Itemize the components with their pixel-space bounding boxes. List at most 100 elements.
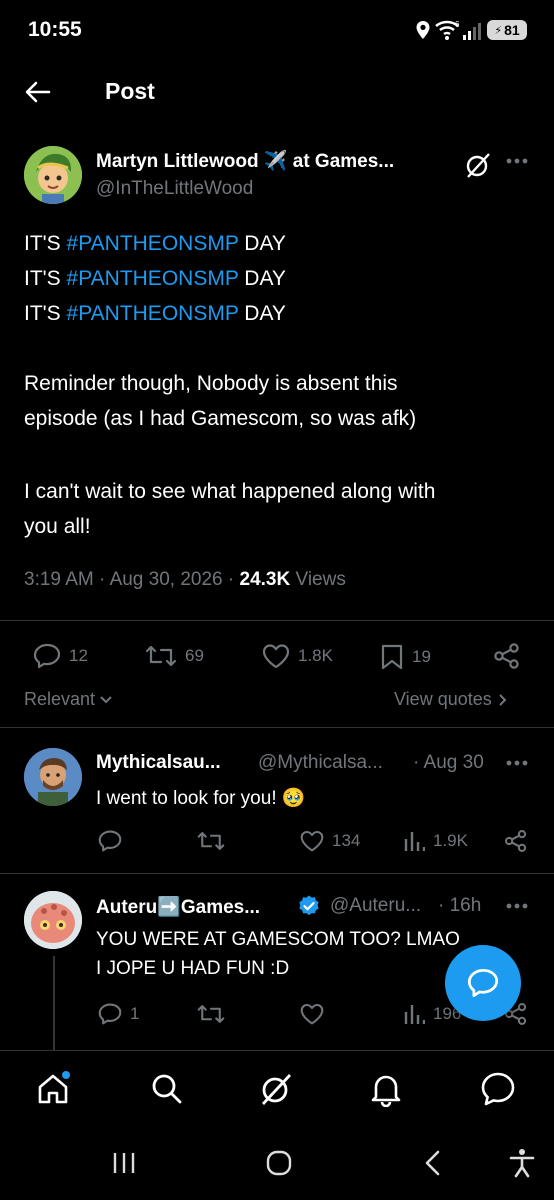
bookmark-button[interactable]: 19 [380,643,431,671]
signal-icon [463,23,481,40]
wifi-icon: 6 [435,20,460,40]
views-button[interactable]: 1.9K [403,829,468,853]
hashtag-link[interactable]: #PANTHEONSMP [67,232,239,255]
svg-text:6: 6 [455,20,460,29]
verified-badge-icon [299,895,319,916]
header: Post [0,60,554,126]
more-icon[interactable] [506,903,528,909]
nav-home[interactable] [35,1071,71,1107]
system-navigation-bar [0,1126,554,1200]
reply-author-name[interactable]: Mythicalsau... [96,752,221,774]
post-text-line: Reminder though, Nobody is absent this [24,372,398,395]
repost-icon [145,645,177,667]
post-text: DAY [238,267,286,290]
post-text-line: I can't wait to see what happened along … [24,480,436,503]
reply-icon [33,643,61,669]
view-quotes-label: View quotes [394,689,492,709]
location-icon [416,21,430,39]
post-time: 3:19 AM [24,569,94,590]
repost-icon[interactable] [197,829,225,853]
reply-author-handle[interactable]: @Mythicalsa... [258,752,383,774]
status-bar: 10:55 6 ⚡ 81 [0,0,554,60]
battery-indicator: ⚡ 81 [487,20,527,40]
sort-dropdown[interactable]: Relevant [24,689,113,710]
view-quotes-link[interactable]: View quotes [394,689,508,710]
share-icon[interactable] [504,829,528,853]
recents-icon[interactable] [112,1152,136,1174]
reply-count: 12 [69,646,88,665]
post-text-line: IT'S #PANTHEONSMP DAY [24,267,286,291]
reply-text-line: I JOPE U HAD FUN :D [96,958,290,979]
message-icon [481,1072,515,1106]
like-button[interactable]: 1.8K [262,643,333,669]
reply-button[interactable]: 12 [33,643,88,669]
reply-icon [98,1003,122,1025]
views-label[interactable]: Views [295,569,345,590]
views-count: 24.3K [239,569,291,590]
post-text: DAY [238,302,286,325]
heart-icon [300,830,324,852]
sort-label: Relevant [24,689,96,709]
arrow-left-icon[interactable] [25,81,51,103]
compose-reply-button[interactable] [445,945,521,1021]
share-icon[interactable] [493,642,521,670]
reply-icon[interactable] [98,829,122,853]
view-count: 1.9K [433,831,468,850]
post-metadata: 3:19 AM · Aug 30, 2026 · 24.3K Views [24,569,346,590]
reply-author-name[interactable]: Auteru➡️Games... [96,895,260,919]
avatar[interactable] [24,891,82,949]
reply-count: 1 [130,1004,140,1023]
post-text: IT'S [24,302,67,325]
repost-button[interactable]: 69 [145,643,204,669]
heart-icon [262,644,290,669]
hashtag-link[interactable]: #PANTHEONSMP [67,302,239,325]
nav-grok[interactable] [258,1071,294,1107]
avatar-image [24,891,82,949]
reply-button[interactable]: 1 [98,1002,139,1026]
home-circle-icon[interactable] [266,1150,292,1176]
hashtag-link[interactable]: #PANTHEONSMP [67,267,239,290]
reply-text: I went to look for you! 🥹 [96,788,306,809]
grok-icon [261,1074,292,1105]
post-text: IT'S [24,267,67,290]
avatar-image [24,748,82,806]
avatar[interactable] [24,146,82,204]
post-text: IT'S [24,232,67,255]
nav-notifications[interactable] [368,1071,404,1107]
reply-text-line: YOU WERE AT GAMESCOM TOO? LMAO [96,929,460,950]
home-icon [38,1071,70,1104]
heart-icon[interactable] [300,1002,324,1026]
like-count: 134 [332,831,361,850]
avatar[interactable] [24,748,82,806]
reply-author-handle[interactable]: @Auteru... [330,895,421,917]
thread-connector-line [53,956,55,1050]
repost-icon[interactable] [197,1002,225,1026]
more-icon[interactable] [506,158,528,164]
author-handle[interactable]: @InTheLittleWood [96,178,253,200]
analytics-icon [404,1005,425,1024]
repost-count: 69 [185,646,204,665]
bottom-navigation [0,1050,554,1126]
page-title: Post [105,78,155,104]
like-button[interactable]: 134 [300,829,360,853]
divider [0,873,554,874]
grok-icon[interactable] [464,151,492,179]
bookmark-count: 19 [412,647,431,666]
divider [0,727,554,728]
nav-search[interactable] [149,1071,185,1107]
back-icon[interactable] [424,1150,442,1176]
bookmark-icon [381,644,403,670]
nav-messages[interactable] [480,1071,516,1107]
post-date: Aug 30, 2026 [109,569,223,590]
analytics-icon [404,832,425,851]
compose-reply-icon [467,969,499,997]
post-text-line: episode (as I had Gamescom, so was afk) [24,407,417,430]
accessibility-icon[interactable] [508,1148,536,1178]
chevron-down-icon [100,695,112,703]
post-text: DAY [238,232,286,255]
more-icon[interactable] [506,760,528,766]
search-icon [152,1074,182,1104]
reply-time: · Aug 30 [413,752,484,773]
like-count: 1.8K [298,646,333,665]
author-name[interactable]: Martyn Littlewood ✈️ at Games... [96,149,394,173]
